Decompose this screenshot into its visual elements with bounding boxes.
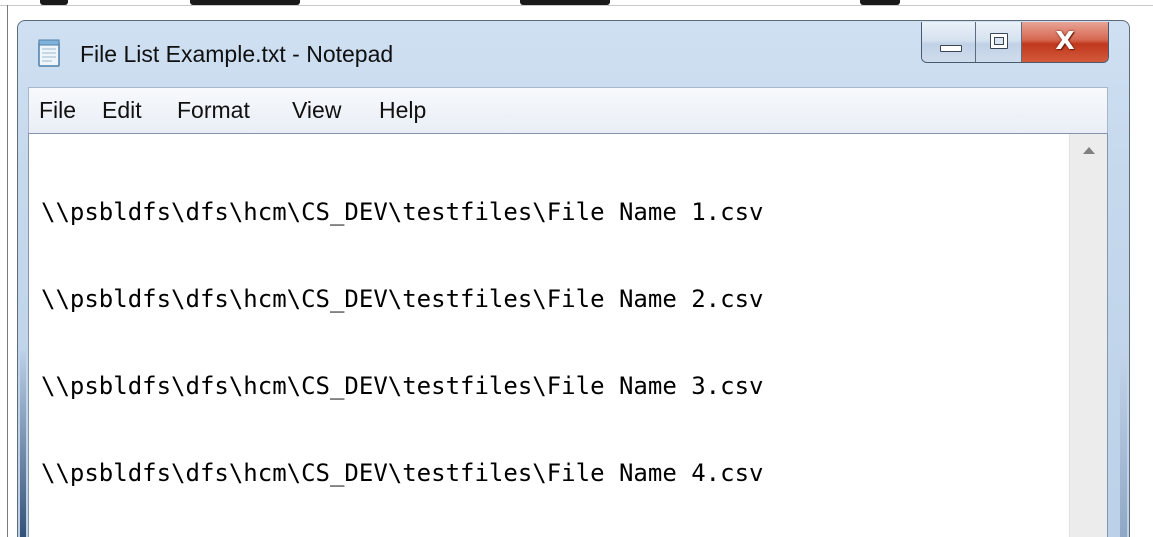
menu-format[interactable]: Format <box>177 97 250 124</box>
window-frame-right <box>1120 351 1127 537</box>
minimize-button[interactable] <box>922 22 976 62</box>
menu-bar: File Edit Format View Help <box>28 87 1108 133</box>
editor-content[interactable]: \\psbldfs\dfs\hcm\CS_DEV\testfiles\File … <box>41 140 1061 537</box>
page-divider <box>0 5 1153 6</box>
window-frame-left <box>20 351 26 537</box>
menu-view[interactable]: View <box>292 97 341 124</box>
title-bar[interactable]: File List Example.txt - Notepad X <box>18 21 1129 87</box>
maximize-button[interactable] <box>976 22 1022 62</box>
text-line: \\psbldfs\dfs\hcm\CS_DEV\testfiles\File … <box>41 372 764 400</box>
window-controls: X <box>921 22 1109 63</box>
window-title: File List Example.txt - Notepad <box>80 41 394 67</box>
maximize-icon <box>990 33 1008 49</box>
text-editor[interactable]: \\psbldfs\dfs\hcm\CS_DEV\testfiles\File … <box>28 133 1108 537</box>
text-line: \\psbldfs\dfs\hcm\CS_DEV\testfiles\File … <box>41 459 764 487</box>
menu-help[interactable]: Help <box>379 97 426 124</box>
text-line: \\psbldfs\dfs\hcm\CS_DEV\testfiles\File … <box>41 285 764 313</box>
scroll-up-arrow-icon[interactable] <box>1070 134 1108 168</box>
close-icon: X <box>1055 26 1075 55</box>
vertical-scrollbar[interactable] <box>1069 134 1107 537</box>
notepad-icon[interactable] <box>36 38 64 68</box>
menu-edit[interactable]: Edit <box>102 97 142 124</box>
minimize-icon <box>940 45 962 52</box>
page-left-border <box>7 5 8 537</box>
menu-file[interactable]: File <box>39 97 76 124</box>
screenshot-stage: File List Example.txt - Notepad X File E… <box>0 0 1153 537</box>
text-line: \\psbldfs\dfs\hcm\CS_DEV\testfiles\File … <box>41 198 764 226</box>
close-button[interactable]: X <box>1022 22 1108 62</box>
notepad-window: File List Example.txt - Notepad X File E… <box>17 20 1130 537</box>
